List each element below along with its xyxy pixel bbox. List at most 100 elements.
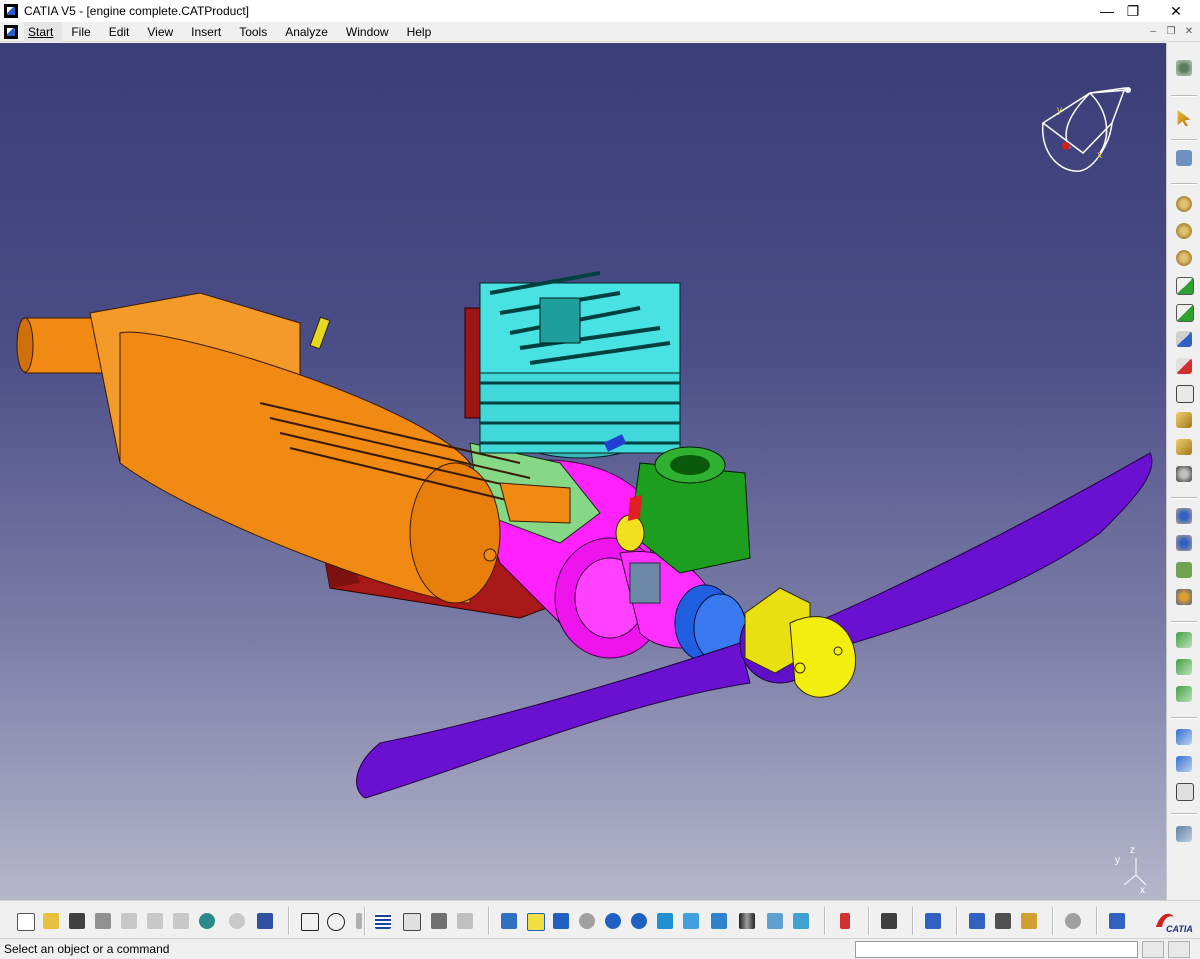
measure-inertia-icon[interactable] <box>1018 910 1040 932</box>
measure-item-icon[interactable] <box>992 910 1014 932</box>
specification-tree-icon[interactable] <box>834 910 856 932</box>
menu-start[interactable]: Start <box>24 21 63 42</box>
mdi-close-button[interactable]: ✕ <box>1182 25 1196 39</box>
axis-y-label: y <box>1115 855 1120 866</box>
replace-component-icon[interactable] <box>1173 274 1195 296</box>
stop-manipulate-icon[interactable] <box>1173 559 1195 581</box>
save-icon[interactable] <box>66 910 88 932</box>
generate-numbering-icon[interactable] <box>1173 328 1195 350</box>
iso-view-icon[interactable] <box>708 910 730 932</box>
toolbar-separator <box>868 907 870 935</box>
zoom-out-icon[interactable] <box>628 910 650 932</box>
fly-mode-icon[interactable] <box>498 910 520 932</box>
whats-this-icon[interactable] <box>254 910 276 932</box>
manipulation-icon[interactable] <box>1173 463 1195 485</box>
sectioning-icon[interactable] <box>922 910 944 932</box>
coincidence-constraint-icon[interactable] <box>1173 586 1195 608</box>
attach-icon[interactable] <box>348 910 370 932</box>
angle-constraint-icon[interactable] <box>1173 683 1195 705</box>
command-options-button[interactable] <box>1168 941 1190 958</box>
select-arrow-icon[interactable] <box>1173 107 1195 129</box>
graph-tree-icon[interactable] <box>400 910 422 932</box>
toolbar-separator <box>1171 621 1197 623</box>
fix-together-icon[interactable] <box>1173 753 1195 775</box>
clash-icon[interactable] <box>1062 910 1084 932</box>
formula-icon[interactable] <box>298 910 320 932</box>
gears-icon[interactable]: #right-toolbar .rtool:nth-child(1)::befo… <box>1173 57 1195 79</box>
menu-help[interactable]: Help <box>398 22 441 42</box>
table-icon[interactable] <box>372 910 394 932</box>
cut-icon[interactable] <box>118 910 140 932</box>
knowledge-comment-icon[interactable] <box>324 910 346 932</box>
rotate-icon[interactable] <box>576 910 598 932</box>
menu-file[interactable]: File <box>62 22 99 42</box>
menu-tools[interactable]: Tools <box>230 22 276 42</box>
normal-view-icon[interactable] <box>654 910 676 932</box>
close-button[interactable]: ✕ <box>1153 0 1199 22</box>
cylinder-head[interactable] <box>479 271 681 459</box>
menu-window[interactable]: Window <box>337 22 398 42</box>
fix-component-icon[interactable] <box>1173 726 1195 748</box>
view-compass[interactable]: y x <box>1041 87 1131 172</box>
menu-analyze[interactable]: Analyze <box>276 22 337 42</box>
menu-insert[interactable]: Insert <box>182 22 230 42</box>
fast-multi-instantiation-icon[interactable] <box>1173 436 1195 458</box>
menu-view[interactable]: View <box>138 22 182 42</box>
axis-x-label: x <box>1140 885 1145 896</box>
window-titlebar: CATIA V5 - [engine complete.CATProduct] … <box>0 0 1200 22</box>
update-icon[interactable] <box>1173 853 1195 875</box>
quick-constraint-icon[interactable] <box>1173 780 1195 802</box>
mdi-minimize-button[interactable]: – <box>1146 25 1160 39</box>
snap-icon[interactable] <box>1173 147 1195 169</box>
publish-icon[interactable] <box>1106 910 1128 932</box>
pan-icon[interactable] <box>550 910 572 932</box>
spinner[interactable] <box>744 587 857 698</box>
copy-icon[interactable] <box>144 910 166 932</box>
3d-viewport[interactable]: y x z y x <box>0 43 1166 900</box>
multi-instantiation-icon[interactable] <box>1173 409 1195 431</box>
catalog-icon[interactable] <box>1173 193 1195 215</box>
snap-move-icon[interactable] <box>1173 505 1195 527</box>
statusbar: Select an object or a command <box>0 938 1200 959</box>
redo-icon[interactable] <box>226 910 248 932</box>
toolbar-separator <box>956 907 958 935</box>
zoom-in-icon[interactable] <box>602 910 624 932</box>
document-icon[interactable] <box>4 24 18 39</box>
offset-constraint-icon[interactable] <box>1173 656 1195 678</box>
capture-icon[interactable] <box>878 910 900 932</box>
compass-x-label: x <box>1097 150 1102 161</box>
insert-component-icon[interactable] <box>454 910 476 932</box>
graph-tree-reordering-icon[interactable] <box>1173 301 1195 323</box>
maximize-button[interactable]: ❐ <box>1110 0 1156 22</box>
mdi-restore-button[interactable]: ❐ <box>1164 25 1178 39</box>
menu-edit[interactable]: Edit <box>100 22 139 42</box>
catalog-browser-icon[interactable] <box>428 910 450 932</box>
toolbar-separator <box>824 907 826 935</box>
undo-icon[interactable] <box>196 910 218 932</box>
toolbar-separator <box>1171 717 1197 719</box>
fit-all-icon[interactable] <box>524 910 546 932</box>
quick-view-icon[interactable] <box>680 910 702 932</box>
existing-component-icon[interactable] <box>1173 220 1195 242</box>
flexible-rigid-icon[interactable] <box>1173 823 1195 845</box>
window-title: CATIA V5 - [engine complete.CATProduct] <box>24 4 249 18</box>
explode-icon[interactable] <box>1173 532 1195 554</box>
hide-show-icon[interactable] <box>764 910 786 932</box>
toolbar-separator <box>1052 907 1054 935</box>
command-input[interactable] <box>855 941 1138 958</box>
manage-representations-icon[interactable] <box>1173 382 1195 404</box>
swap-visible-space-icon[interactable] <box>790 910 812 932</box>
catia-app-icon[interactable] <box>4 4 18 18</box>
open-icon[interactable] <box>40 910 62 932</box>
paste-icon[interactable] <box>170 910 192 932</box>
shading-icon[interactable] <box>736 910 758 932</box>
engine-assembly-render[interactable]: y x z y x <box>0 43 1166 900</box>
selective-load-icon[interactable] <box>1173 355 1195 377</box>
quick-print-icon[interactable] <box>92 910 114 932</box>
measure-between-icon[interactable] <box>966 910 988 932</box>
command-history-button[interactable] <box>1142 941 1164 958</box>
new-icon[interactable] <box>14 910 36 932</box>
existing-component-positioning-icon[interactable] <box>1173 247 1195 269</box>
toolbar-separator <box>1171 139 1197 141</box>
contact-constraint-icon[interactable] <box>1173 629 1195 651</box>
